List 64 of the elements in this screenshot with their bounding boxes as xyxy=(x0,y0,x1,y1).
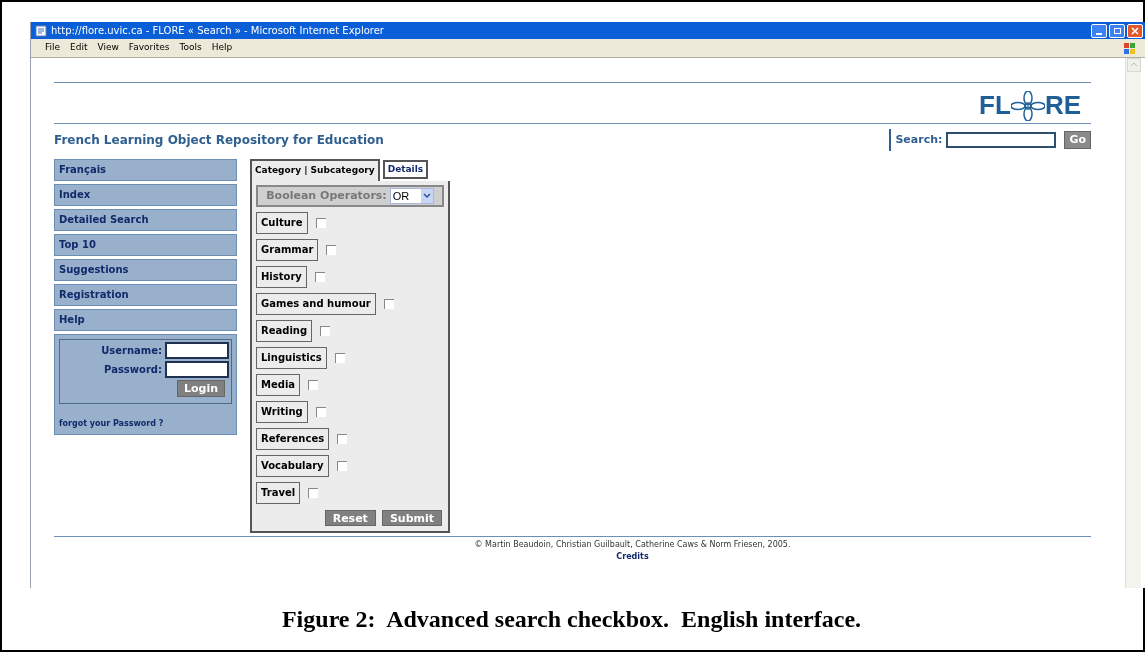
close-icon[interactable] xyxy=(1131,26,1139,35)
menu-item[interactable]: Tools xyxy=(179,41,202,55)
password-label: Password: xyxy=(104,363,162,377)
scrollbar[interactable] xyxy=(1125,58,1141,588)
dropdown-caret-icon[interactable] xyxy=(420,189,433,203)
reset-button[interactable]: Reset xyxy=(324,510,376,526)
category-checkbox[interactable] xyxy=(383,299,394,309)
category-checkbox[interactable] xyxy=(315,218,326,228)
nav-link[interactable]: Top 10 xyxy=(54,234,237,256)
figure-caption: Figure 2: Advanced search checkbox. English interface. xyxy=(281,605,862,634)
category-checkbox[interactable] xyxy=(334,353,345,363)
windows-logo-icon xyxy=(1123,41,1137,55)
category-label[interactable]: History xyxy=(256,266,307,288)
login-button[interactable]: Login xyxy=(176,380,225,397)
menu-item[interactable]: File xyxy=(45,41,61,55)
nav-link[interactable]: Detailed Search xyxy=(54,209,237,231)
category-checkbox[interactable] xyxy=(326,245,337,255)
category-checkbox[interactable] xyxy=(308,380,319,390)
menu-item[interactable]: Help xyxy=(211,41,233,55)
menu-item[interactable]: Edit xyxy=(70,41,88,55)
nav-link[interactable]: Suggestions xyxy=(54,259,237,281)
submit-button[interactable]: Submit xyxy=(381,510,442,526)
category-checkbox[interactable] xyxy=(320,326,331,336)
menu-item[interactable]: Favorites xyxy=(128,41,170,55)
category-label[interactable]: Travel xyxy=(256,482,301,504)
category-label[interactable]: Reading xyxy=(256,320,313,342)
category-label[interactable]: Writing xyxy=(256,401,308,423)
operator-dropdown[interactable]: OR xyxy=(389,188,434,204)
tab[interactable]: Details xyxy=(382,160,429,179)
category-checkbox[interactable] xyxy=(336,461,347,471)
boolean-operators-label: Boolean Operators: xyxy=(266,187,387,204)
category-label[interactable]: Grammar xyxy=(256,239,319,261)
username-label: Username: xyxy=(101,344,162,358)
credits-link[interactable]: Credits xyxy=(616,551,649,563)
category-label[interactable]: Media xyxy=(256,374,301,396)
username-field[interactable] xyxy=(165,342,229,359)
tab[interactable]: Category | Subcategory xyxy=(250,159,380,181)
nav-link[interactable]: Registration xyxy=(54,284,237,306)
logo: FL RE xyxy=(979,89,1081,123)
window-title: http://flore.uvic.ca - FLORE « Search » - Microsoft Internet Explorer xyxy=(51,24,384,38)
category-checkbox[interactable] xyxy=(337,434,348,444)
category-label[interactable]: Games and humour xyxy=(256,293,376,315)
restore-button[interactable] xyxy=(1109,23,1125,38)
minimize-button[interactable] xyxy=(1091,23,1107,38)
category-checkbox[interactable] xyxy=(308,488,319,498)
category-checkbox[interactable] xyxy=(314,272,325,282)
search-field[interactable] xyxy=(946,132,1057,148)
page-icon xyxy=(35,24,47,37)
password-field[interactable] xyxy=(165,361,229,378)
nav-link[interactable]: Français xyxy=(54,159,237,181)
category-label[interactable]: Culture xyxy=(256,212,308,234)
category-label[interactable]: Linguistics xyxy=(256,347,327,369)
site-tagline: French Learning Object Repository for Education xyxy=(54,132,384,149)
copyright-text: © Martin Beaudoin, Christian Guilbault, Catherine Caws & Norm Friesen, 2005. xyxy=(474,539,791,551)
category-checkbox[interactable] xyxy=(315,407,326,417)
category-label[interactable]: References xyxy=(256,428,330,450)
category-label[interactable]: Vocabulary xyxy=(256,455,329,477)
search-label: Search: xyxy=(895,131,943,148)
menu-item[interactable]: View xyxy=(97,41,119,55)
flower-icon xyxy=(1010,90,1045,121)
close-button[interactable] xyxy=(1127,23,1143,38)
nav-link[interactable]: Index xyxy=(54,184,237,206)
nav-link[interactable]: Help xyxy=(54,309,237,331)
forgot-password-link[interactable]: forgot your Password ? xyxy=(59,418,232,430)
